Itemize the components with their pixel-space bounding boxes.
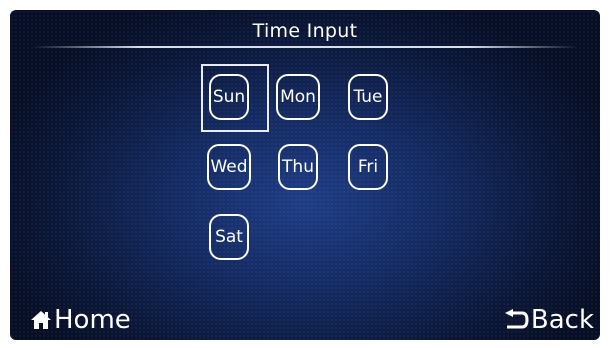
back-button[interactable]: Back	[503, 302, 594, 338]
home-button[interactable]: Home	[30, 302, 131, 338]
day-button-fri[interactable]: Fri	[348, 144, 388, 190]
day-button-thu[interactable]: Thu	[278, 144, 318, 190]
back-arrow-icon	[503, 309, 529, 331]
day-button-mon[interactable]: Mon	[276, 74, 320, 120]
day-button-sun[interactable]: Sun	[209, 74, 249, 120]
back-label: Back	[530, 305, 594, 335]
home-icon	[30, 309, 52, 331]
day-button-wed[interactable]: Wed	[207, 144, 251, 190]
day-button-sat[interactable]: Sat	[209, 214, 249, 260]
time-input-screen: Time Input Sun Mon Tue Wed Thu Fri Sat H…	[10, 10, 600, 340]
title-divider	[32, 46, 578, 48]
day-button-tue[interactable]: Tue	[348, 74, 388, 120]
page-title: Time Input	[252, 20, 358, 42]
home-label: Home	[54, 305, 131, 335]
